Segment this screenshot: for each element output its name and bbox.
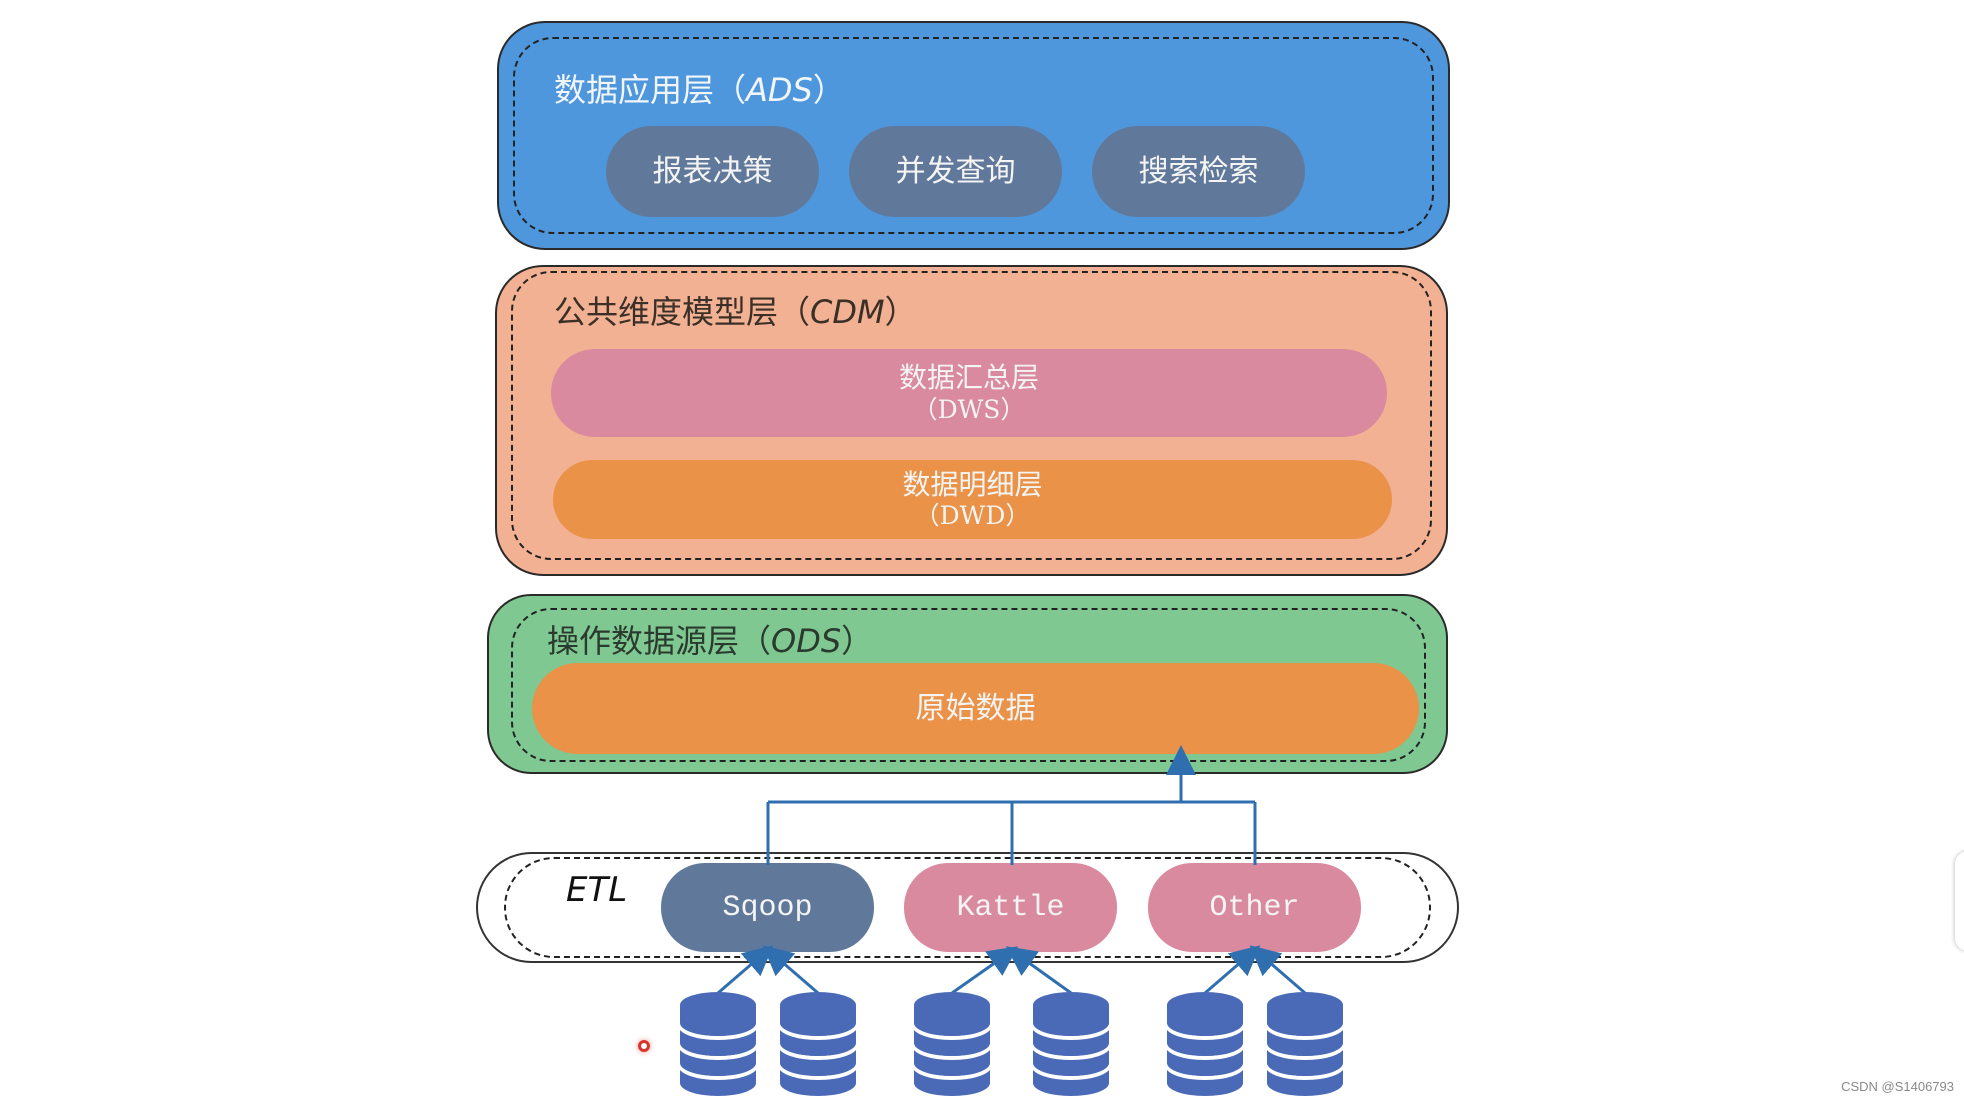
- database-icon: [912, 992, 992, 1096]
- ads-title-text: 数据应用层（: [554, 71, 747, 109]
- ods-layer: 操作数据源层（ODS） 原始数据: [487, 594, 1448, 774]
- database-icon: [778, 992, 858, 1096]
- etl-tool-label: Kattle: [956, 890, 1065, 925]
- etl-tool-sqoop: Sqoop: [661, 863, 874, 952]
- dwd-abbr: （DWD）: [914, 501, 1031, 531]
- raw-data-pill: 原始数据: [532, 663, 1419, 754]
- side-panel-handle[interactable]: [1954, 850, 1964, 952]
- ads-item-label: 并发查询: [895, 153, 1016, 189]
- ods-title-close: ）: [841, 622, 874, 660]
- ads-item-report-decision: 报表决策: [606, 126, 819, 217]
- ods-title-text: 操作数据源层（: [547, 622, 772, 660]
- cursor-indicator: [638, 1040, 650, 1052]
- ods-abbr: ODS: [771, 622, 842, 660]
- ads-item-concurrent-query: 并发查询: [849, 126, 1062, 217]
- database-icon: [1265, 992, 1345, 1096]
- cdm-title: 公共维度模型层（CDM）: [554, 287, 917, 333]
- database-icon: [1165, 992, 1245, 1096]
- cdm-title-text: 公共维度模型层（: [554, 293, 811, 331]
- cdm-layer: 公共维度模型层（CDM） 数据汇总层 （DWS） 数据明细层 （DWD）: [495, 265, 1448, 576]
- ads-title: 数据应用层（ADS）: [554, 65, 845, 111]
- etl-label-text: ETL: [566, 870, 628, 910]
- ads-layer: 数据应用层（ADS） 报表决策 并发查询 搜索检索: [497, 21, 1450, 250]
- ads-item-label: 搜索检索: [1138, 153, 1259, 189]
- dwd-layer-pill: 数据明细层 （DWD）: [553, 460, 1392, 539]
- dws-layer-pill: 数据汇总层 （DWS）: [551, 349, 1387, 437]
- dwd-label: 数据明细层: [902, 467, 1043, 501]
- database-icon: [678, 992, 758, 1096]
- ads-item-search: 搜索检索: [1092, 126, 1305, 217]
- etl-tool-kattle: Kattle: [904, 863, 1117, 952]
- ads-item-label: 报表决策: [652, 153, 773, 189]
- etl-tool-label: Sqoop: [722, 890, 813, 925]
- watermark: CSDN @S1406793: [1841, 1079, 1954, 1094]
- raw-data-label: 原始数据: [915, 690, 1036, 726]
- cdm-title-close: ）: [884, 293, 917, 331]
- ads-abbr: ADS: [746, 71, 813, 109]
- database-icon: [1031, 992, 1111, 1096]
- etl-label: ETL: [566, 870, 627, 910]
- etl-tool-label: Other: [1209, 890, 1300, 925]
- dws-label: 数据汇总层: [898, 361, 1039, 395]
- cdm-abbr: CDM: [810, 293, 885, 331]
- dws-abbr: （DWS）: [912, 394, 1026, 424]
- ads-title-close: ）: [812, 71, 845, 109]
- etl-tool-other: Other: [1148, 863, 1361, 952]
- ods-title: 操作数据源层（ODS）: [547, 616, 873, 662]
